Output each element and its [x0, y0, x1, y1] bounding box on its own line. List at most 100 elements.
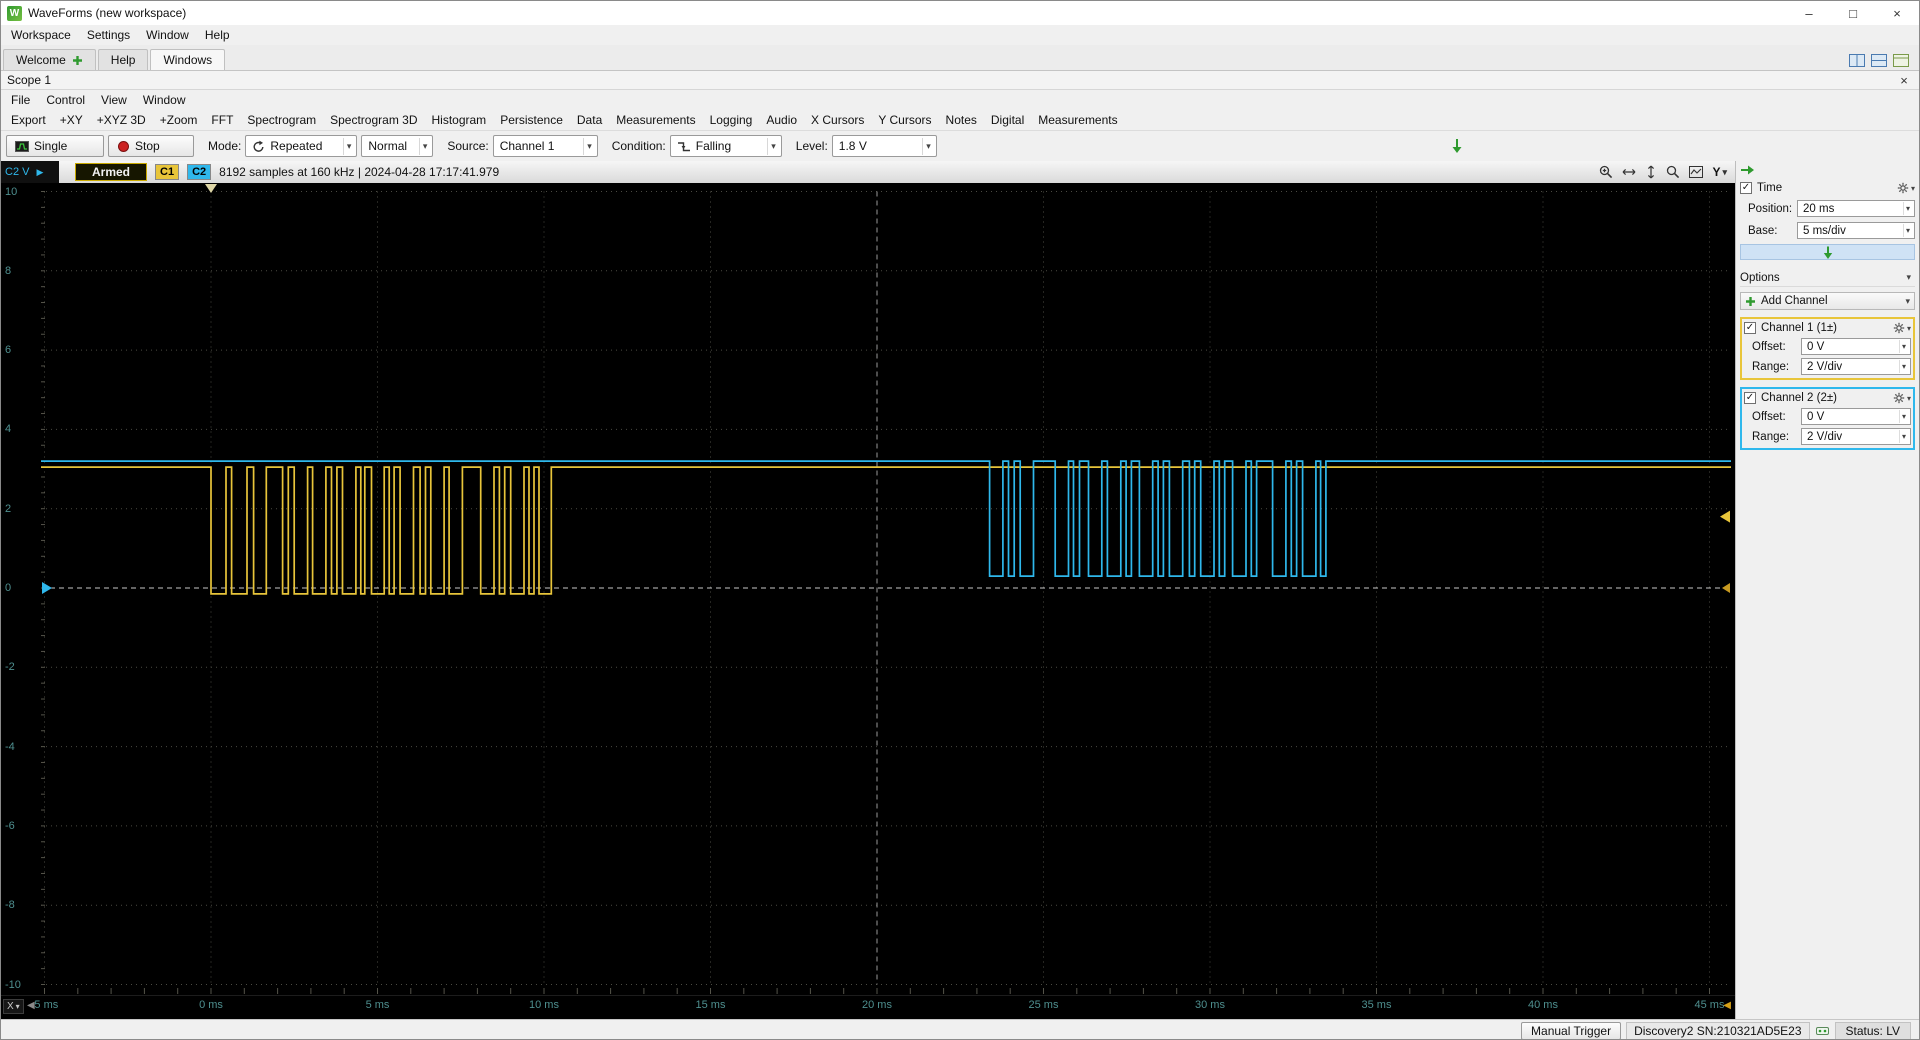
gear-icon[interactable]	[1897, 182, 1909, 194]
scope-menu-item[interactable]: Control	[38, 91, 93, 109]
fit-width-icon[interactable]	[1622, 166, 1636, 178]
channel-1-section: ✓ Channel 1 (1±) ▾ Offset: 0 V ▾ Range: …	[1740, 317, 1915, 380]
add-instrument-icon	[72, 55, 82, 65]
acquisition-controls: Single Stop Mode: Repeated ▾ Normal ▾ So…	[1, 131, 1919, 161]
tab-welcome[interactable]: Welcome	[3, 49, 96, 70]
stop-button-label: Stop	[135, 139, 160, 153]
stop-icon	[118, 140, 129, 152]
workspace-layout-icons	[1849, 54, 1919, 70]
minimize-button[interactable]: –	[1787, 1, 1831, 25]
plot-options-icon[interactable]	[1689, 166, 1704, 178]
manual-trigger-button[interactable]: Manual Trigger	[1521, 1021, 1622, 1039]
scope-toolbar-item[interactable]: Measurements	[1032, 112, 1123, 128]
channel-1-header: ✓ Channel 1 (1±) ▾	[1744, 320, 1911, 336]
time-base-select[interactable]: 5 ms/div ▾	[1797, 222, 1915, 239]
scroll-left-icon[interactable]: ◀	[27, 1000, 35, 1011]
trigger-source-select[interactable]: Channel 1 ▾	[492, 135, 598, 157]
scope-toolbar-item[interactable]: +XYZ 3D	[91, 112, 152, 128]
y-axis-menu[interactable]: Y ▾	[1712, 165, 1727, 179]
waveform-plot-canvas[interactable]	[41, 183, 1731, 995]
scope-settings-panel: ✓ Time ▾ Position: 20 ms ▾ Base: 5 ms/di…	[1735, 161, 1919, 1019]
scope-menu-item[interactable]: View	[93, 91, 135, 109]
window-controls: – □ ×	[1787, 1, 1919, 25]
tab-bar: Welcome Help Windows	[1, 45, 1919, 71]
main-menu-bar: Workspace Settings Window Help	[1, 25, 1919, 45]
collapse-panel-arrow-icon[interactable]	[1740, 164, 1755, 176]
channel-1-range-select[interactable]: 2 V/div ▾	[1801, 358, 1911, 375]
add-channel-button[interactable]: Add Channel ▾	[1740, 292, 1915, 310]
scope-toolbar-item[interactable]: Persistence	[494, 112, 569, 128]
gear-icon[interactable]	[1893, 322, 1905, 334]
scope-toolbar-item[interactable]: Digital	[985, 112, 1030, 128]
panel-collapse-row	[1740, 163, 1915, 177]
scope-toolbar-item[interactable]: Audio	[760, 112, 803, 128]
mode2-select[interactable]: Normal ▾	[361, 135, 434, 157]
tab-help-label: Help	[110, 53, 136, 67]
expand-axis-icon[interactable]: ▶	[36, 167, 43, 178]
scope-toolbar-item[interactable]: X Cursors	[805, 112, 870, 128]
scope-toolbar-item[interactable]: Spectrogram 3D	[324, 112, 423, 128]
channel-1-offset-select[interactable]: 0 V ▾	[1801, 338, 1911, 355]
channel-2-offset-select[interactable]: 0 V ▾	[1801, 408, 1911, 425]
falling-edge-icon	[677, 141, 690, 151]
time-position-slider[interactable]	[1740, 244, 1915, 260]
scope-toolbar-item[interactable]: FFT	[205, 112, 239, 128]
scope-menu-item[interactable]: File	[3, 91, 38, 109]
scope-toolbar-item[interactable]: Histogram	[426, 112, 493, 128]
scope-toolbar-item[interactable]: Data	[571, 112, 608, 128]
menu-item[interactable]: Help	[197, 26, 238, 44]
layout-settings-icon[interactable]	[1893, 54, 1909, 67]
time-section-title: Time	[1757, 182, 1783, 194]
close-button[interactable]: ×	[1875, 1, 1919, 25]
scope-menu-item[interactable]: Window	[135, 91, 194, 109]
magnifier-icon[interactable]	[1666, 165, 1680, 179]
menu-item[interactable]: Workspace	[3, 26, 79, 44]
vertical-axis-label: C2 V	[5, 166, 30, 178]
channel-1-checkbox[interactable]: ✓	[1744, 322, 1756, 334]
scope-toolbar-item[interactable]: +XY	[54, 112, 89, 128]
scope-toolbar-item[interactable]: Y Cursors	[872, 112, 937, 128]
channel-2-checkbox[interactable]: ✓	[1744, 392, 1756, 404]
menu-item[interactable]: Window	[138, 26, 197, 44]
scope-toolbar-item[interactable]: Logging	[704, 112, 759, 128]
scope-close-button[interactable]: ×	[1895, 73, 1913, 88]
channel-1-offset-label: Offset:	[1752, 340, 1786, 353]
plus-icon	[1746, 296, 1755, 306]
layout-rows-icon[interactable]	[1871, 54, 1887, 67]
gear-icon[interactable]	[1893, 392, 1905, 404]
time-position-select[interactable]: 20 ms ▾	[1797, 200, 1915, 217]
scope-toolbar-item[interactable]: Notes	[940, 112, 983, 128]
zoom-in-icon[interactable]	[1599, 165, 1613, 179]
options-section-header[interactable]: Options ▾	[1740, 269, 1915, 287]
single-button[interactable]: Single	[6, 135, 104, 157]
stop-button[interactable]: Stop	[108, 135, 194, 157]
channel-2-range-select[interactable]: 2 V/div ▾	[1801, 428, 1911, 445]
fit-height-icon[interactable]	[1645, 165, 1657, 179]
scope-toolbar-item[interactable]: Spectrogram	[241, 112, 322, 128]
layout-columns-icon[interactable]	[1849, 54, 1865, 67]
x-axis-menu[interactable]: X ▾	[3, 999, 24, 1014]
scope-toolbar-item[interactable]: Measurements	[610, 112, 701, 128]
mode-select[interactable]: Repeated ▾	[245, 135, 358, 157]
chevron-down-icon: ▾	[1906, 393, 1911, 403]
tab-windows[interactable]: Windows	[150, 49, 226, 70]
maximize-button[interactable]: □	[1831, 1, 1875, 25]
device-status-icon	[1815, 1026, 1829, 1035]
trigger-condition-select[interactable]: Falling ▾	[669, 135, 782, 157]
y-axis-strip: 10 8 6 4 2 0 -2 -4 -6 -8 -10	[1, 183, 41, 995]
time-checkbox[interactable]: ✓	[1740, 182, 1752, 194]
chevron-down-icon: ▾	[1910, 183, 1915, 193]
scope-toolbar-item[interactable]: Export	[5, 112, 52, 128]
tab-help[interactable]: Help	[97, 49, 149, 70]
source-label: Source:	[447, 139, 489, 153]
scope-toolbar-item[interactable]: +Zoom	[154, 112, 204, 128]
trigger-position-arrow-icon[interactable]	[1451, 138, 1463, 154]
trigger-level-select[interactable]: 1.8 V ▾	[831, 135, 937, 157]
y-axis-menu-label: Y	[1712, 165, 1721, 179]
chevron-down-icon: ▾	[1902, 202, 1912, 215]
menu-item[interactable]: Settings	[79, 26, 138, 44]
y-tick-label: -4	[5, 740, 15, 753]
chevron-down-icon: ▾	[1902, 224, 1912, 237]
x-tick-label: 45 ms	[1694, 999, 1725, 1011]
scope-title: Scope 1	[7, 73, 52, 87]
